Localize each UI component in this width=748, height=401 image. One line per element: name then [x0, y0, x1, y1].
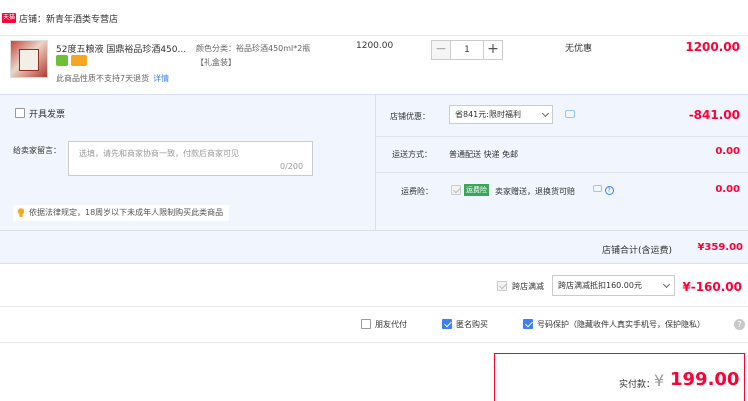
no-return-notice: 此商品性质不支持7天退货 详情 — [56, 73, 169, 84]
line-total: 1200.00 — [685, 40, 740, 54]
store-subtotal-label: 店铺合计(含运费) — [602, 246, 673, 256]
shipping-method: 普通配送 快递 免邮 — [449, 150, 519, 159]
service-badge-green-icon — [56, 55, 68, 66]
cross-store-select-value: 跨店满减抵扣160.00元 — [558, 281, 642, 290]
service-badge-card-icon — [71, 55, 87, 66]
quantity-increase-button[interactable]: + — [483, 40, 503, 60]
unit-price: 1200.00 — [356, 41, 394, 51]
panel-divider-bottom — [0, 230, 748, 231]
help-circle-icon[interactable]: ? — [604, 186, 614, 195]
no-return-text: 此商品性质不支持7天退货 — [56, 74, 150, 83]
shop-discount-amount: -841.00 — [688, 108, 740, 122]
row-divider — [376, 136, 748, 137]
chevron-down-icon — [541, 109, 550, 118]
cross-store-label: 跨店满减 — [512, 282, 544, 291]
number-protection-label[interactable]: 号码保护（隐藏收件人真实手机号，保护隐私） — [537, 319, 705, 330]
store-subtotal-amount: ¥359.00 — [697, 242, 743, 253]
shop-discount-select-value: 省841元:限时福利 — [455, 110, 521, 119]
number-protection-checkbox[interactable] — [523, 319, 533, 329]
product-spec: 颜色分类：裕品珍酒450ml*2瓶 【礼盒装】 — [196, 42, 310, 70]
cross-store-select[interactable]: 跨店满减抵扣160.00元 — [552, 275, 675, 296]
quantity-decrease-button[interactable]: − — [431, 40, 451, 60]
message-label: 给卖家留言： — [13, 146, 61, 155]
invoice-checkbox[interactable] — [15, 108, 25, 118]
anonymous-purchase-label[interactable]: 匿名购买 — [456, 319, 488, 330]
store-name[interactable]: 店铺：新青年酒类专营店 — [19, 12, 118, 25]
spec-line-2: 【礼盒装】 — [196, 58, 236, 67]
help-icon[interactable]: ? — [734, 319, 745, 330]
spec-line-1: 颜色分类：裕品珍酒450ml*2瓶 — [196, 44, 311, 53]
row-divider — [376, 172, 748, 173]
chevron-down-icon — [662, 280, 671, 289]
insurance-badge: 运费险 — [464, 184, 489, 196]
quantity-input[interactable]: 1 — [451, 40, 483, 60]
chat-bubble-icon[interactable] — [565, 110, 575, 118]
cross-store-amount: ¥-160.00 — [682, 280, 742, 294]
shipping-label: 运送方式： — [392, 150, 432, 159]
friend-pay-label[interactable]: 朋友代付 — [375, 319, 407, 330]
legal-notice: 依据法律规定，18周岁以下未成年人限制购买此类商品 — [13, 205, 230, 221]
shipping-amount: 0.00 — [715, 146, 740, 157]
insurance-amount: 0.00 — [715, 184, 740, 195]
order-options-panel — [0, 94, 748, 264]
chat-bubble-icon[interactable] — [593, 185, 602, 192]
section-divider — [0, 342, 748, 343]
payment-currency: ¥ — [654, 371, 665, 390]
friend-pay-checkbox[interactable] — [361, 319, 371, 329]
message-placeholder: 选填，请先和商家协商一致，付款后商家可见 — [79, 149, 239, 158]
shop-discount-select[interactable]: 省841元:限时福利 — [449, 105, 553, 124]
payment-label: 实付款： — [619, 380, 656, 390]
insurance-help-icons[interactable]: ? — [593, 185, 614, 195]
payment-amount: 199.00 — [670, 369, 740, 390]
lightbulb-icon — [17, 208, 25, 217]
insurance-text: 卖家赠送，退换货可赔 — [495, 187, 575, 196]
cross-store-checkbox — [497, 281, 507, 291]
message-char-count: 0/200 — [280, 162, 304, 171]
product-title[interactable]: 52度五粮液 国鼎裕品珍酒450... — [56, 42, 186, 55]
insurance-label: 运费险： — [401, 187, 433, 196]
item-discount: 无优惠 — [565, 44, 593, 54]
section-divider — [0, 306, 748, 307]
anonymous-purchase-checkbox[interactable] — [442, 319, 452, 329]
panel-divider — [375, 94, 376, 230]
detail-link[interactable]: 详情 — [153, 74, 169, 83]
insurance-checkbox — [451, 185, 461, 195]
shop-discount-label: 店铺优惠： — [390, 112, 430, 121]
product-thumbnail[interactable] — [10, 40, 48, 78]
invoice-label[interactable]: 开具发票 — [29, 107, 65, 120]
tmall-store-icon: 天猫 — [2, 13, 16, 23]
